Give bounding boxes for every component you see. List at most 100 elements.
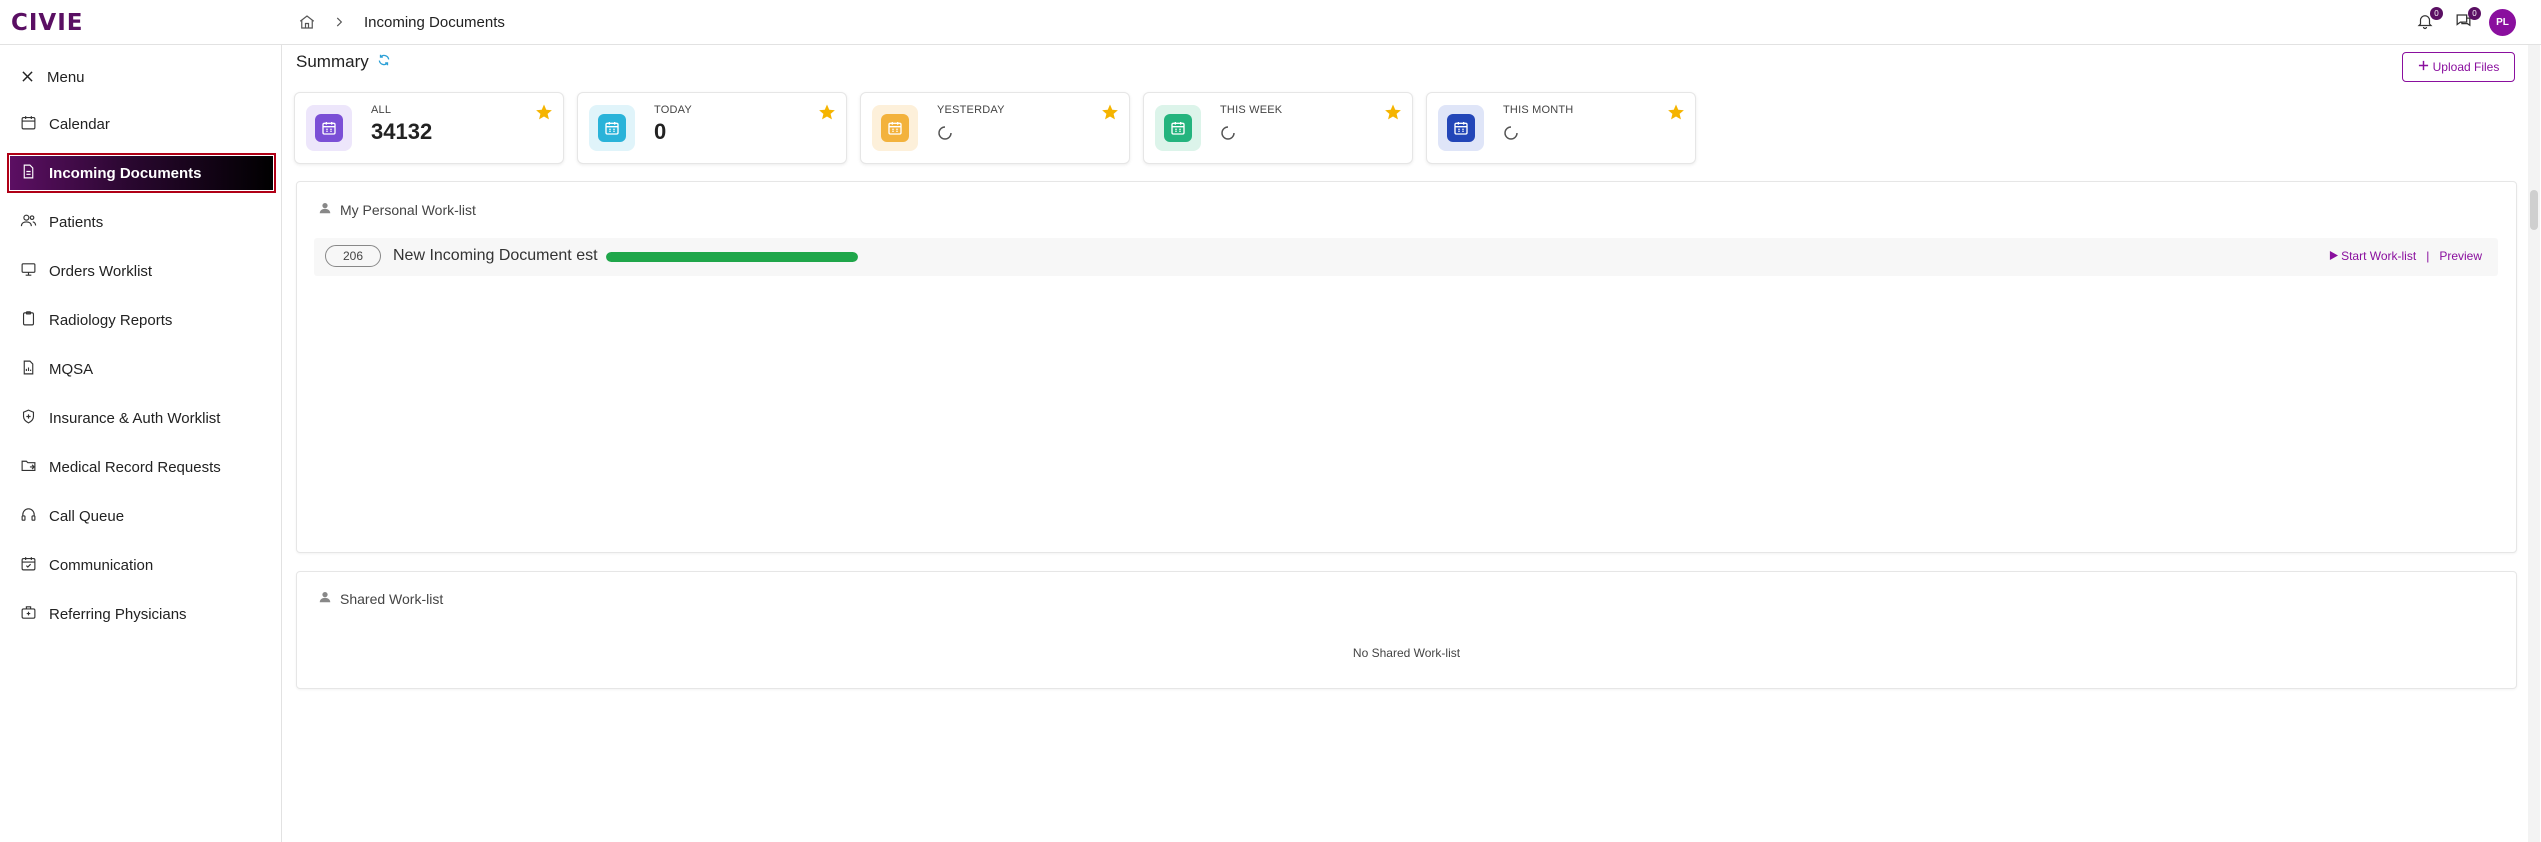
summary-header: Summary <box>296 52 391 72</box>
plus-icon <box>2418 60 2429 74</box>
calendar-icon <box>1447 114 1475 142</box>
loading-spinner-icon <box>937 125 953 146</box>
card-icon-wrap <box>1155 105 1201 151</box>
sidebar-item-incoming-documents[interactable]: Incoming Documents <box>7 153 276 193</box>
scrollbar-thumb[interactable] <box>2530 190 2538 230</box>
chevron-right-icon <box>332 10 346 34</box>
close-icon <box>22 69 33 86</box>
sidebar-item-insurance-auth-worklist[interactable]: Insurance & Auth Worklist <box>10 401 273 435</box>
sidebar-item-referring-physicians[interactable]: Referring Physicians <box>10 597 273 631</box>
clipboard-icon <box>20 310 37 331</box>
summary-title: Summary <box>296 52 369 71</box>
personal-worklist-title: My Personal Work-list <box>340 201 476 218</box>
star-icon[interactable] <box>1101 103 1119 126</box>
loading-spinner-icon <box>1220 125 1236 146</box>
card-icon-wrap <box>589 105 635 151</box>
shared-worklist-panel: Shared Work-list No Shared Work-list <box>296 571 2517 689</box>
sidebar-item-medical-record-requests[interactable]: Medical Record Requests <box>10 450 273 484</box>
user-avatar[interactable]: PL <box>2489 9 2516 36</box>
worklist-progress-fill <box>606 252 858 262</box>
summary-card-this-week[interactable]: THIS WEEK <box>1143 92 1413 164</box>
worklist-row[interactable]: 206 New Incoming Document est Start Work… <box>314 238 2498 276</box>
calendar-icon <box>881 114 909 142</box>
calendar-icon <box>20 114 37 135</box>
scrollbar-track[interactable] <box>2528 45 2540 842</box>
home-icon[interactable] <box>298 10 316 34</box>
headset-icon <box>20 506 37 527</box>
users-icon <box>20 212 37 233</box>
calendar-check-icon <box>20 555 37 576</box>
shared-worklist-header: Shared Work-list <box>318 590 443 607</box>
start-worklist-label: Start Work-list <box>2341 249 2417 263</box>
sidebar-item-label: Call Queue <box>49 507 125 525</box>
messages-button[interactable]: 0 <box>2450 7 2481 36</box>
personal-worklist-header: My Personal Work-list <box>318 201 476 218</box>
calendar-icon <box>1164 114 1192 142</box>
worklist-progress-bar <box>606 252 858 262</box>
worklist-count-badge: 206 <box>325 245 381 267</box>
medical-case-icon <box>20 604 37 625</box>
menu-toggle[interactable]: Menu <box>22 65 85 89</box>
preview-button[interactable]: Preview <box>2439 249 2482 263</box>
actions-separator: | <box>2426 249 2430 263</box>
sidebar-item-calendar[interactable]: Calendar <box>10 107 273 141</box>
card-label: THIS MONTH <box>1503 104 1574 116</box>
sidebar-item-label: Communication <box>49 556 154 574</box>
sidebar-item-label: Incoming Documents <box>49 164 202 182</box>
summary-card-today[interactable]: TODAY 0 <box>577 92 847 164</box>
star-icon[interactable] <box>1384 103 1402 126</box>
star-icon[interactable] <box>535 103 553 126</box>
card-icon-wrap <box>306 105 352 151</box>
star-icon[interactable] <box>1667 103 1685 126</box>
calendar-icon <box>598 114 626 142</box>
sidebar-item-label: Radiology Reports <box>49 311 173 329</box>
sidebar-item-label: MQSA <box>49 360 94 378</box>
notifications-badge: 0 <box>2430 7 2443 20</box>
sidebar-item-label: Medical Record Requests <box>49 458 221 476</box>
card-label: TODAY <box>654 104 692 116</box>
sidebar-item-communication[interactable]: Communication <box>10 548 273 582</box>
person-icon <box>318 201 332 218</box>
personal-worklist-panel: My Personal Work-list 206 New Incoming D… <box>296 181 2517 553</box>
play-icon <box>2329 249 2339 263</box>
star-icon[interactable] <box>818 103 836 126</box>
sidebar-item-patients[interactable]: Patients <box>10 205 273 239</box>
worklist-name: New Incoming Document est <box>393 247 598 264</box>
sidebar-item-label: Orders Worklist <box>49 262 153 280</box>
summary-card-all[interactable]: ALL 34132 <box>294 92 564 164</box>
sidebar-item-radiology-reports[interactable]: Radiology Reports <box>10 303 273 337</box>
refresh-icon[interactable] <box>377 52 391 72</box>
sidebar-item-orders-worklist[interactable]: Orders Worklist <box>10 254 273 288</box>
card-label: THIS WEEK <box>1220 104 1283 116</box>
sidebar-item-label: Referring Physicians <box>49 605 187 623</box>
card-value: 34132 <box>371 119 433 144</box>
sidebar-item-mqsa[interactable]: MQSA <box>10 352 273 386</box>
folder-send-icon <box>20 457 37 478</box>
shared-worklist-title: Shared Work-list <box>340 590 444 607</box>
sidebar-item-label: Insurance & Auth Worklist <box>49 409 221 427</box>
empty-state-text: No Shared Work-list <box>1352 646 1461 660</box>
sidebar: Menu Calendar Incoming Documents Patient… <box>0 45 282 842</box>
sidebar-item-label: Calendar <box>49 115 110 133</box>
shield-icon <box>20 408 37 429</box>
summary-card-yesterday[interactable]: YESTERDAY <box>860 92 1130 164</box>
calendar-icon <box>315 114 343 142</box>
sidebar-item-label: Patients <box>49 213 104 231</box>
app-logo[interactable]: CIVIE <box>11 10 84 36</box>
card-label: YESTERDAY <box>937 104 1005 116</box>
person-icon <box>318 590 332 607</box>
card-icon-wrap <box>1438 105 1484 151</box>
card-label: ALL <box>371 104 392 116</box>
notifications-button[interactable]: 0 <box>2412 7 2443 36</box>
sidebar-item-call-queue[interactable]: Call Queue <box>10 499 273 533</box>
top-bar: CIVIE Incoming Documents 0 0 PL <box>0 0 2541 45</box>
messages-badge: 0 <box>2468 7 2481 20</box>
menu-label: Menu <box>47 68 85 86</box>
upload-files-label: Upload Files <box>2432 60 2500 74</box>
start-worklist-button[interactable]: Start Work-list <box>2329 249 2416 263</box>
card-icon-wrap <box>872 105 918 151</box>
document-icon <box>20 163 37 184</box>
summary-card-this-month[interactable]: THIS MONTH <box>1426 92 1696 164</box>
loading-spinner-icon <box>1503 125 1519 146</box>
upload-files-button[interactable]: Upload Files <box>2402 52 2515 82</box>
